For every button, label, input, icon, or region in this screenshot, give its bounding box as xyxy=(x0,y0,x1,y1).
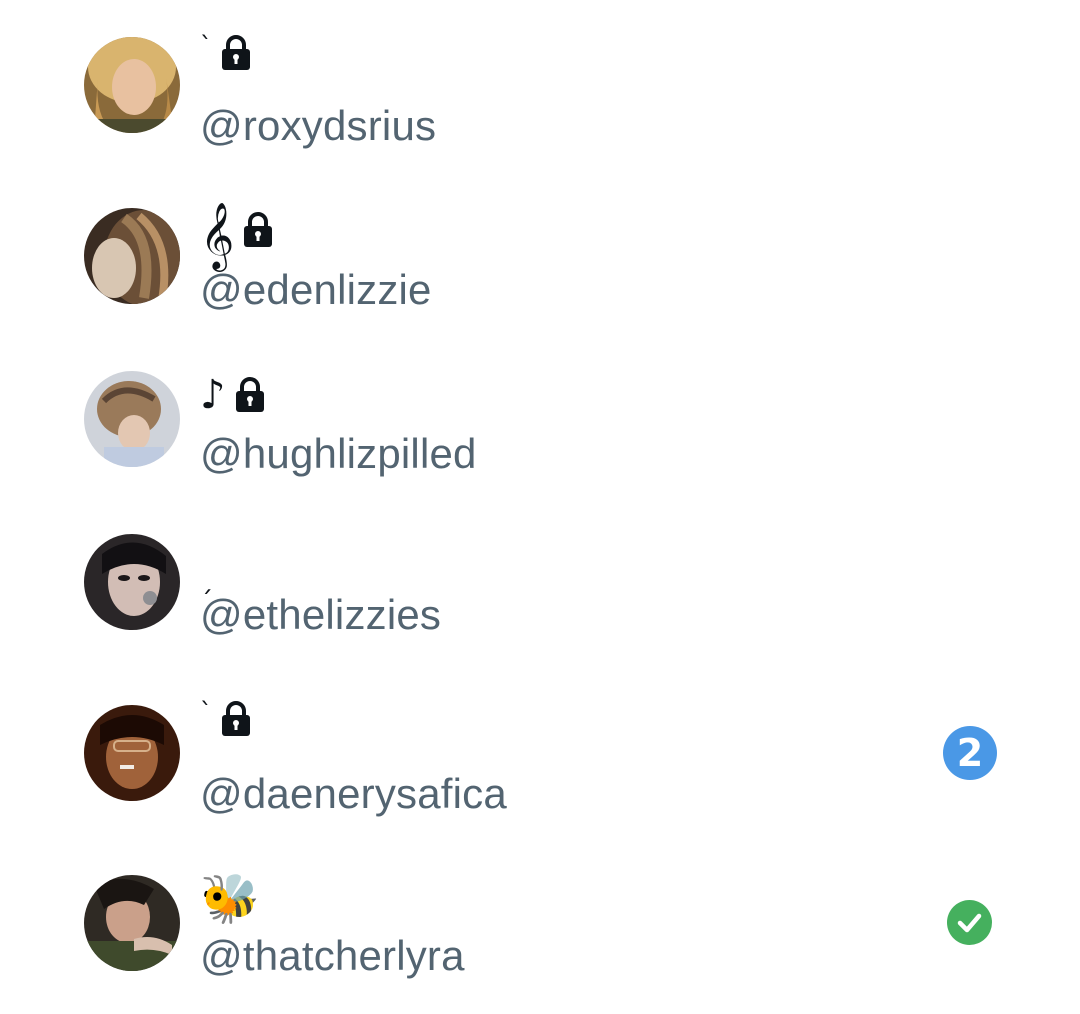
handle: @hughlizpilled xyxy=(200,430,477,477)
display-name: 𝄞 xyxy=(200,201,235,269)
avatar[interactable] xyxy=(84,534,180,630)
display-name-row: ♪ xyxy=(200,360,266,430)
display-name-row: ˋ xyxy=(200,684,252,754)
handle: @thatcherlyra xyxy=(200,932,465,979)
display-name: ˏ xyxy=(200,565,213,595)
display-name-row: 🐝 xyxy=(200,864,260,934)
list-item[interactable]: 𝄞 @edenlizzie xyxy=(0,165,1080,330)
avatar-image xyxy=(84,37,180,133)
lock-icon xyxy=(242,212,274,248)
avatar[interactable] xyxy=(84,37,180,133)
handle: @edenlizzie xyxy=(200,266,432,313)
avatar[interactable] xyxy=(84,705,180,801)
check-circle-icon xyxy=(947,900,992,945)
display-name-row: 𝄞 xyxy=(200,195,274,265)
display-name-row: ˋ xyxy=(200,18,252,88)
list-item[interactable]: ♪ @hughlizpilled xyxy=(0,330,1080,495)
lock-icon xyxy=(220,35,252,71)
handle: @daenerysafica xyxy=(200,770,507,817)
lock-icon xyxy=(220,701,252,737)
display-name: ˋ xyxy=(200,32,212,60)
avatar-image xyxy=(84,534,180,630)
avatar-image xyxy=(84,208,180,304)
display-name: 🐝 xyxy=(200,871,260,927)
list-item[interactable]: 🐝 @thatcherlyra xyxy=(0,840,1080,1014)
avatar-image xyxy=(84,705,180,801)
handle: @ethelizzies xyxy=(200,591,442,638)
avatar-image xyxy=(84,371,180,467)
avatar[interactable] xyxy=(84,371,180,467)
display-name: ♪ xyxy=(200,372,226,418)
handle: @roxydsrius xyxy=(200,102,437,149)
display-name: ˋ xyxy=(200,698,212,726)
list-item[interactable]: ˏ @ethelizzies xyxy=(0,495,1080,660)
avatar[interactable] xyxy=(84,875,180,971)
list-item[interactable]: ˋ @daenerysafica 2 xyxy=(0,660,1080,840)
avatar-image xyxy=(84,875,180,971)
notification-count-badge: 2 xyxy=(943,726,997,780)
account-list: ˋ @roxydsrius 𝄞 @edenlizzie ♪ @hughlizpi… xyxy=(0,0,1080,1014)
lock-icon xyxy=(234,377,266,413)
list-item[interactable]: ˋ @roxydsrius xyxy=(0,0,1080,165)
avatar[interactable] xyxy=(84,208,180,304)
